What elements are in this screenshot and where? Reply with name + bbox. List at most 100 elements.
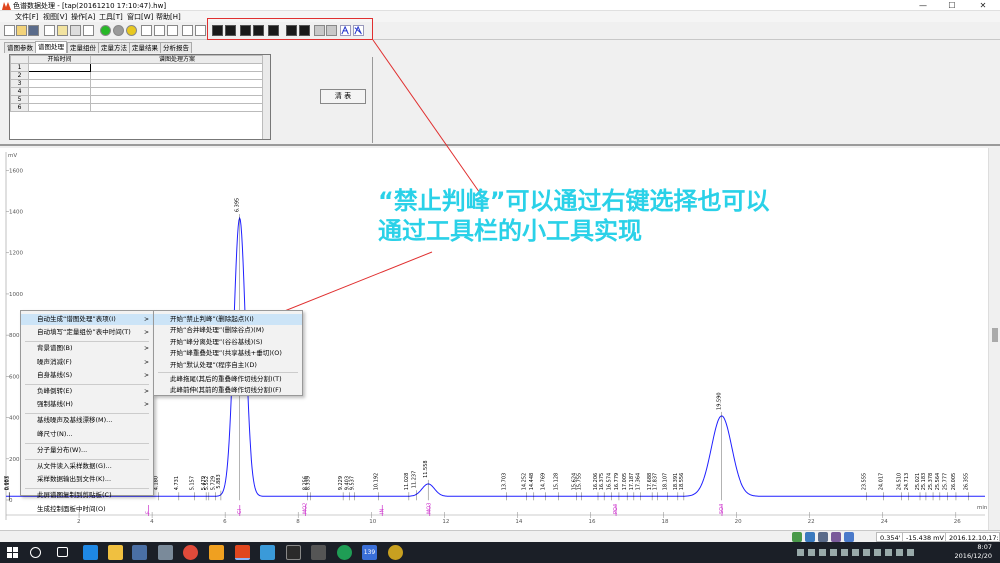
menu-item[interactable]: 开始“禁止判峰”(删除起点)(I) [154, 314, 302, 325]
submenu-arrow-icon: > [143, 371, 149, 379]
tray-icon[interactable] [874, 549, 881, 556]
menu-item-label: 从文件读入采样数据(G)... [37, 462, 112, 470]
menu-item-label: 采样数据输出到文件(K)... [37, 475, 112, 484]
menu-item[interactable]: 强制基线(H) > [21, 399, 153, 410]
status-moon-icon [818, 532, 828, 542]
edge-browser-icon[interactable] [83, 545, 98, 560]
menu-item-label: 负峰倒转(E) [37, 387, 73, 395]
menu-item[interactable]: 此峰拖尾(其后的重叠峰作切线分割)(T) [154, 374, 302, 385]
utility-icon[interactable] [388, 545, 403, 560]
menu-item[interactable]: 开始“默认处理”(程序自主)(D) [154, 360, 302, 371]
menu-item[interactable]: 此峰前伸(其前的重叠峰作切线分割)(F) [154, 385, 302, 396]
menu-item[interactable]: 负峰倒转(E) > [21, 386, 153, 397]
file-explorer-icon[interactable] [108, 545, 123, 560]
annotation-line-2: 通过工具栏的小工具实现 [378, 217, 642, 245]
file-timestamp: 2016.12.10,17:10:47 [945, 532, 1000, 542]
taskbar: 139 8:07 2016/12/20 [0, 542, 1000, 563]
menu-item[interactable]: 生成控制面板中时间(O) [21, 504, 153, 515]
menu-item[interactable]: 峰尺寸(N)... [21, 429, 153, 440]
menu-item-label: 此峰拖尾(其后的重叠峰作切线分割)(T) [170, 375, 282, 383]
menu-item-label: 自动生成“谱图处理”表项(I) [37, 315, 116, 323]
tray-icon[interactable] [896, 549, 903, 556]
menu-item-label: 此屏谱图复制到剪贴板(C) [37, 491, 112, 500]
calculator-icon[interactable] [311, 545, 326, 560]
submenu-arrow-icon: > [143, 345, 149, 353]
annotation-text: “禁止判峰”可以通过右键选择也可以 通过工具栏的小工具实现 [378, 186, 938, 246]
tray-icon[interactable] [852, 549, 859, 556]
menu-item-label: 开始“禁止判峰”(删除起点)(I) [170, 315, 254, 323]
menu-item[interactable]: 自身基线(S) > [21, 370, 153, 381]
photos-icon[interactable] [260, 545, 275, 560]
menu-separator [158, 372, 298, 373]
cursor-time: 0.354' [876, 532, 905, 542]
annotation-line-1: “禁止判峰”可以通过右键选择也可以 [378, 187, 770, 215]
status-tool-icon [831, 532, 841, 542]
menu-item[interactable]: 背景谱图(B) > [21, 343, 153, 354]
menu-separator [25, 384, 149, 385]
menu-item[interactable]: 开始“峰重叠处理”(共享基线+垂切)(O) [154, 348, 302, 359]
menu-item-label: 开始“峰重叠处理”(共享基线+垂切)(O) [170, 349, 282, 358]
chrome-icon[interactable] [183, 545, 198, 560]
menu-item[interactable]: 此屏谱图复制到剪贴板(C) [21, 490, 153, 501]
tray-icon[interactable] [841, 549, 848, 556]
app-icon[interactable] [158, 545, 173, 560]
menu-item[interactable]: 分子量分布(W)... [21, 445, 153, 456]
submenu-arrow-icon: > [143, 401, 149, 409]
clock-date: 2016/12/20 [954, 552, 992, 560]
cursor-mv: -15.438 mV [902, 532, 948, 542]
menu-item[interactable]: 自动填写“定量组份”表中时间(T) > [21, 327, 153, 338]
submenu-arrow-icon: > [143, 316, 149, 323]
infinity-app-icon[interactable] [337, 545, 352, 560]
menu-separator [25, 341, 149, 343]
menu-item-label: 自身基线(S) [37, 370, 73, 379]
menu-item-label: 开始“合并峰处理”(删除谷点)(M) [170, 326, 264, 335]
menu-item-label: 此峰前伸(其前的重叠峰作切线分割)(F) [170, 386, 282, 395]
menu-item[interactable]: 自动生成“谱图处理”表项(I) > [21, 314, 153, 325]
submenu-arrow-icon: > [143, 329, 149, 337]
menu-item-label: 噪声消减(F) [37, 357, 72, 366]
tray-icon[interactable] [819, 549, 826, 556]
menu-item[interactable]: 基线噪声及基线漂移(M)... [21, 415, 153, 426]
status-bar: 0.354' -15.438 mV 2016.12.10,17:10:47 [0, 530, 1000, 542]
menu-separator [25, 488, 149, 490]
menu-item[interactable]: 噪声消减(F) > [21, 357, 153, 368]
menu-item-label: 峰尺寸(N)... [37, 429, 73, 438]
menu-item-label: 自动填写“定量组份”表中时间(T) [37, 328, 131, 337]
menu-item-label: 强制基线(H) [37, 400, 73, 409]
clock-time: 8:07 [977, 543, 992, 551]
search-icon[interactable] [30, 547, 41, 558]
windows-start-icon[interactable] [7, 547, 18, 558]
taskbar-clock[interactable]: 8:07 2016/12/20 [955, 543, 992, 561]
menu-item[interactable]: 从文件读入采样数据(G)... [21, 461, 153, 472]
menu-separator [25, 413, 149, 415]
menu-item-label: 背景谱图(B) [37, 344, 73, 353]
tray-icon[interactable] [863, 549, 870, 556]
menu-item[interactable]: 采样数据输出到文件(K)... [21, 474, 153, 485]
tray-icon[interactable] [797, 549, 804, 556]
status-wrench-icon [844, 532, 854, 542]
tray-icon[interactable] [808, 549, 815, 556]
tray-icon[interactable] [830, 549, 837, 556]
menu-separator [25, 442, 149, 444]
menu-separator [25, 459, 149, 460]
status-check-icon [792, 532, 802, 542]
gallery-icon[interactable] [209, 545, 224, 560]
tray-icon[interactable] [907, 549, 914, 556]
status-arrow-icon [805, 532, 815, 542]
task-view-icon[interactable] [57, 547, 68, 557]
context-menu: 自动生成“谱图处理”表项(I) > 自动填写“定量组份”表中时间(T) > 背景谱图(B… [20, 310, 154, 513]
submenu-arrow-icon: > [143, 358, 149, 366]
submenu-arrow-icon: > [143, 388, 149, 395]
menu-item[interactable]: 开始“合并峰处理”(删除谷点)(M) [154, 325, 302, 336]
arrow-to-toolbar [372, 39, 483, 197]
tray-icon[interactable] [885, 549, 892, 556]
qq-icon[interactable] [286, 545, 301, 560]
menu-item-label: 开始“峰分离处理”(谷谷基线)(S) [170, 337, 263, 346]
context-submenu: 开始“禁止判峰”(删除起点)(I) 开始“合并峰处理”(删除谷点)(M) 开始“峰分… [153, 310, 303, 396]
menu-item[interactable]: 开始“峰分离处理”(谷谷基线)(S) [154, 337, 302, 348]
chromatography-app-icon[interactable] [235, 545, 250, 560]
store-icon[interactable] [132, 545, 147, 560]
menu-item-label: 分子量分布(W)... [37, 445, 88, 454]
menu-item-label: 开始“默认处理”(程序自主)(D) [170, 360, 257, 369]
mail-139-icon[interactable]: 139 [362, 545, 377, 560]
